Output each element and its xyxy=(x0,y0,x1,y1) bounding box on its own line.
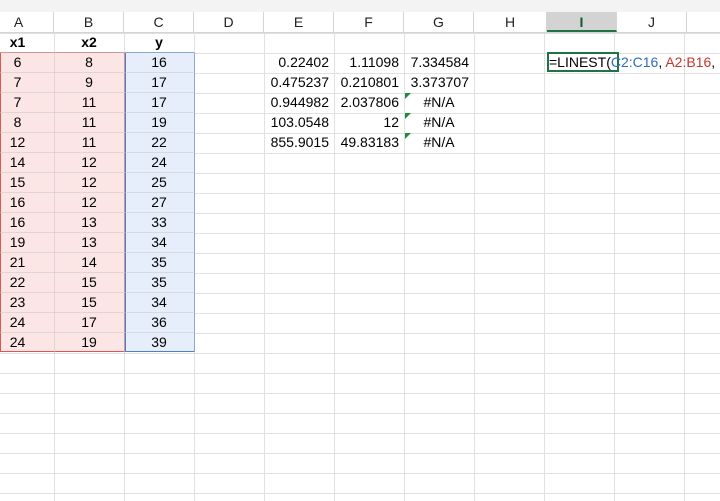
output-cell-f[interactable]: 0.210801 xyxy=(334,72,404,92)
cell-x1[interactable]: 15 xyxy=(0,172,35,192)
cell-x1[interactable]: 6 xyxy=(0,52,35,72)
output-cell-e[interactable]: 0.475237 xyxy=(264,72,334,92)
cell-x1[interactable]: 16 xyxy=(0,192,35,212)
output-cell-e[interactable]: 0.22402 xyxy=(264,52,334,72)
error-indicator-icon[interactable] xyxy=(405,113,411,119)
cell-y[interactable]: 34 xyxy=(124,292,194,312)
cell-x2[interactable]: 15 xyxy=(54,272,124,292)
output-cell-f[interactable]: 12 xyxy=(334,112,404,132)
formula-ref-y: C2:C16 xyxy=(610,54,659,70)
column-header-i[interactable]: I xyxy=(547,12,617,32)
header-x1[interactable]: x1 xyxy=(0,32,35,52)
cell-x2[interactable]: 13 xyxy=(54,212,124,232)
formula-suffix: , , T xyxy=(711,54,720,70)
cell-y[interactable]: 27 xyxy=(124,192,194,212)
cell-y[interactable]: 25 xyxy=(124,172,194,192)
cell-x2[interactable]: 11 xyxy=(54,92,124,112)
output-cell-g[interactable]: #N/A xyxy=(404,112,474,132)
cell-x2[interactable]: 11 xyxy=(54,112,124,132)
cell-x2[interactable]: 17 xyxy=(54,312,124,332)
header-y[interactable]: y xyxy=(124,32,194,52)
cell-x1[interactable]: 23 xyxy=(0,292,35,312)
cell-y[interactable]: 39 xyxy=(124,332,194,352)
cell-x2[interactable]: 15 xyxy=(54,292,124,312)
column-header-h[interactable]: H xyxy=(474,12,547,32)
cell-x1[interactable]: 16 xyxy=(0,212,35,232)
cell-y[interactable]: 17 xyxy=(124,92,194,112)
cell-x1[interactable]: 24 xyxy=(0,332,35,352)
cell-x2[interactable]: 11 xyxy=(54,132,124,152)
cell-y[interactable]: 36 xyxy=(124,312,194,332)
output-cell-g[interactable]: 3.373707 xyxy=(404,72,474,92)
output-cell-e[interactable]: 0.944982 xyxy=(264,92,334,112)
output-cell-g[interactable]: 7.334584 xyxy=(404,52,474,72)
cell-x1[interactable]: 14 xyxy=(0,152,35,172)
cell-y[interactable]: 35 xyxy=(124,252,194,272)
column-header-b[interactable]: B xyxy=(54,12,124,32)
cell-x2[interactable]: 8 xyxy=(54,52,124,72)
cell-x1[interactable]: 19 xyxy=(0,232,35,252)
toolbar-strip xyxy=(0,0,720,12)
cell-x2[interactable]: 12 xyxy=(54,172,124,192)
output-cell-f[interactable]: 2.037806 xyxy=(334,92,404,112)
cell-x2[interactable]: 14 xyxy=(54,252,124,272)
output-cell-f[interactable]: 1.11098 xyxy=(334,52,404,72)
column-header-a[interactable]: A xyxy=(0,12,54,32)
cell-y[interactable]: 33 xyxy=(124,212,194,232)
cell-x1[interactable]: 7 xyxy=(0,92,35,112)
cell-y[interactable]: 19 xyxy=(124,112,194,132)
cell-x1[interactable]: 8 xyxy=(0,112,35,132)
cell-y[interactable]: 22 xyxy=(124,132,194,152)
output-cell-e[interactable]: 855.9015 xyxy=(264,132,334,152)
column-header-g[interactable]: G xyxy=(404,12,474,32)
cell-y[interactable]: 34 xyxy=(124,232,194,252)
column-header-c[interactable]: C xyxy=(124,12,194,32)
column-header-j[interactable]: J xyxy=(617,12,687,32)
column-header-f[interactable]: F xyxy=(334,12,404,32)
cell-x2[interactable]: 12 xyxy=(54,152,124,172)
cell-y[interactable]: 35 xyxy=(124,272,194,292)
column-header-e[interactable]: E xyxy=(264,12,334,32)
output-cell-f[interactable]: 49.83183 xyxy=(334,132,404,152)
error-indicator-icon[interactable] xyxy=(405,133,411,139)
cell-y[interactable]: 17 xyxy=(124,72,194,92)
header-x2[interactable]: x2 xyxy=(54,32,124,52)
formula-prefix: =LINEST( xyxy=(549,54,611,70)
output-cell-g[interactable]: #N/A xyxy=(404,132,474,152)
output-cell-e[interactable]: 103.0548 xyxy=(264,112,334,132)
output-cell-g[interactable]: #N/A xyxy=(404,92,474,112)
error-indicator-icon[interactable] xyxy=(405,93,411,99)
cell-y[interactable]: 16 xyxy=(124,52,194,72)
cell-x2[interactable]: 19 xyxy=(54,332,124,352)
cell-x1[interactable]: 22 xyxy=(0,272,35,292)
cell-x1[interactable]: 7 xyxy=(0,72,35,92)
cell-x2[interactable]: 9 xyxy=(54,72,124,92)
cell-x1[interactable]: 24 xyxy=(0,312,35,332)
cell-x1[interactable]: 21 xyxy=(0,252,35,272)
formula-text[interactable]: =LINEST(C2:C16, A2:B16, , T xyxy=(549,52,720,72)
cell-x1[interactable]: 12 xyxy=(0,132,35,152)
cell-x2[interactable]: 13 xyxy=(54,232,124,252)
cell-x2[interactable]: 12 xyxy=(54,192,124,212)
column-header-d[interactable]: D xyxy=(194,12,264,32)
formula-ref-x: A2:B16 xyxy=(665,54,712,70)
cell-y[interactable]: 24 xyxy=(124,152,194,172)
